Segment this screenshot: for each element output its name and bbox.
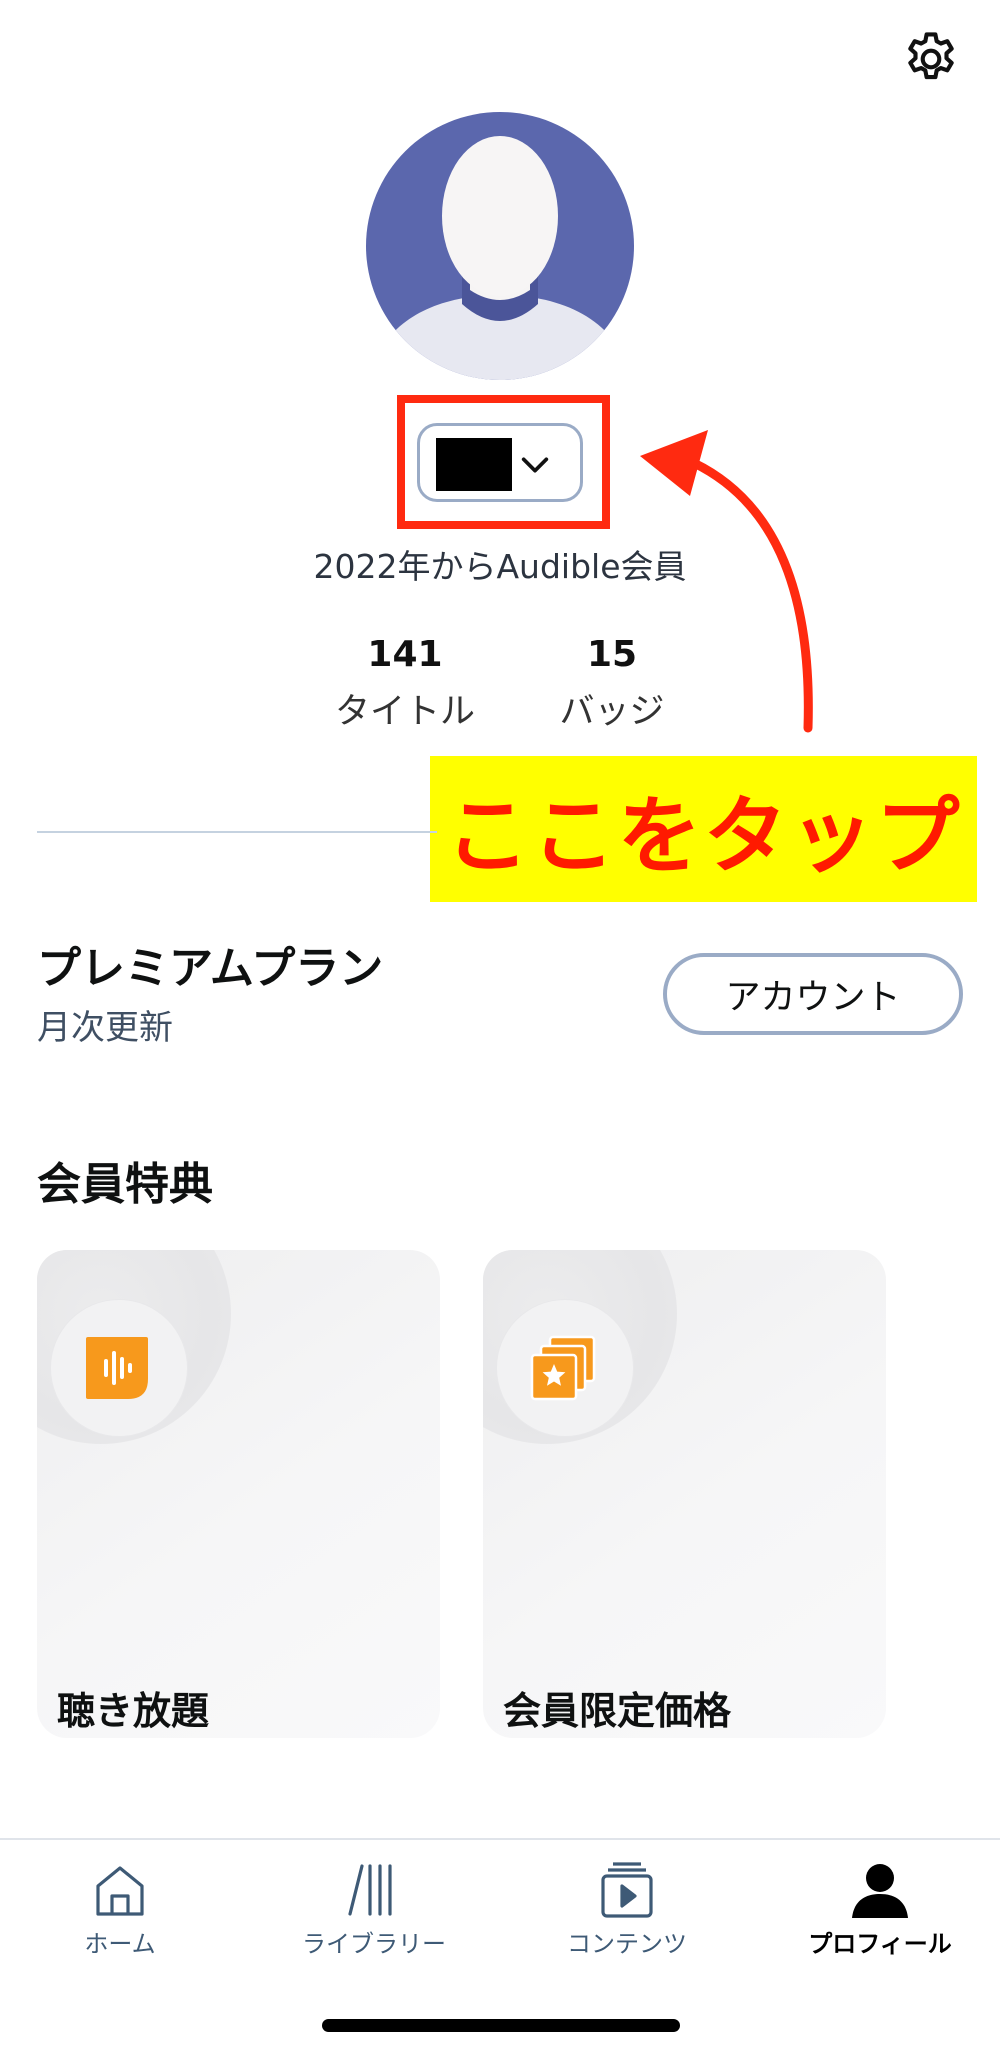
tab-content-label: コンテンツ [567,1930,687,1958]
account-name-dropdown[interactable] [417,423,583,502]
benefits-heading: 会員特典 [37,1159,213,1210]
gear-icon [908,32,954,80]
benefit-card-title: 聴き放題 [57,1689,210,1733]
tab-library[interactable]: ライブラリー [274,1850,474,1960]
tab-profile-label: プロフィール [808,1930,952,1958]
audio-wave-icon [86,1337,148,1399]
stat-badges-value: 15 [586,634,638,675]
benefit-card-title: 会員限定価格 [503,1689,732,1733]
tab-home-label: ホーム [84,1930,156,1958]
tab-profile[interactable]: プロフィール [780,1850,980,1960]
plan-renewal: 月次更新 [37,1008,173,1048]
stat-titles-value: 141 [367,634,443,675]
settings-button[interactable] [898,26,964,92]
stat-titles-label: タイトル [334,692,475,732]
plan-title: プレミアムプラン [37,943,384,994]
tab-content[interactable]: コンテンツ [527,1850,727,1960]
avatar[interactable] [366,112,634,380]
tabbar-divider [0,1838,1000,1840]
section-divider [37,831,437,833]
home-indicator[interactable] [322,2019,680,2032]
home-icon [96,1866,144,1916]
tab-library-label: ライブラリー [302,1930,446,1958]
benefit-card-unlimited[interactable]: 聴き放題 [37,1250,440,1738]
play-cards-icon [601,1862,653,1918]
annotation-label: ここをタップ [430,756,977,902]
library-icon [348,1864,392,1916]
chevron-down-icon [521,457,549,473]
redacted-name [436,438,512,491]
stat-titles[interactable]: 141 タイトル [330,628,480,742]
member-since-text: 2022年からAudible会員 [313,547,687,586]
tab-home[interactable]: ホーム [20,1850,220,1960]
benefit-card-member-price[interactable]: 会員限定価格 [483,1250,886,1738]
stat-badges[interactable]: 15 バッジ [552,628,672,742]
default-avatar-icon [366,112,634,380]
account-button[interactable]: アカウント [663,953,963,1035]
stat-badges-label: バッジ [559,692,665,732]
person-icon [852,1864,908,1918]
stacked-star-cards-icon [530,1335,596,1401]
